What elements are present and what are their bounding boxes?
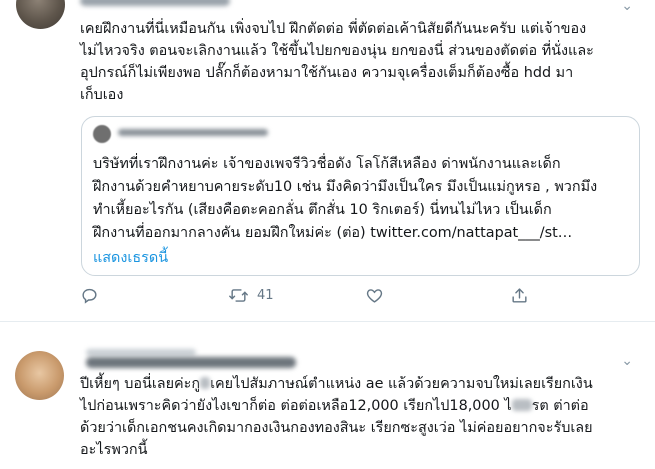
text-segment: เคยไปสัมภาษณ์ตำแหน่ง ae แล้วด้วยความจบให… [210,376,593,392]
like-button[interactable] [365,286,384,305]
like-icon [366,289,383,303]
censored-word [200,377,211,389]
avatar[interactable] [16,0,65,29]
censored-word [511,399,532,411]
tweet-text: เคยฝึกงานที่นี่เหมือนกัน เพิ่งจบไป ฝึกตั… [80,21,594,103]
text-segment: ด้วยว่าเด็กเอกชนคงเกิดมากองเงินกองทองสิน… [80,420,593,436]
chevron-down-icon[interactable]: ⌄ [621,0,633,14]
chevron-down-icon[interactable]: ⌄ [621,353,633,369]
tweet[interactable]: ⌄ ปีเหี้ยๆ บอนี่เลยค่ะกู เคยไปสัมภาษณ์ตำแ… [0,323,655,469]
text-segment: อะไรพวกนี้ [80,442,148,458]
text-segment: ไปก่อนเพราะคิดว่ายังไงเขาก็ต่อ ต่อต่อเหล… [80,398,512,414]
reply-button[interactable] [80,286,99,305]
quoted-author-name-blurred [118,129,268,136]
quoted-tweet[interactable]: บริษัทที่เราฝึกงานค่ะ เจ้าของเพจรีวิวชื่… [81,116,640,276]
quoted-tweet-text: บริษัทที่เราฝึกงานค่ะ เจ้าของเพจรีวิวชื่… [93,156,598,241]
reply-icon [82,288,97,304]
share-icon [512,288,527,303]
author-name-blurred [86,349,196,356]
tweet-text: ปีเหี้ยๆ บอนี่เลยค่ะกู เคยไปสัมภาษณ์ตำแหน… [80,373,640,461]
tweet[interactable]: ⌄ เคยฝึกงานที่นี่เหมือนกัน เพิ่งจบไป ฝึก… [0,0,655,322]
retweet-count: 41 [257,288,274,303]
text-segment: รต ต่าต่อ [531,398,589,414]
share-button[interactable] [510,286,529,305]
author-name-blurred [80,0,230,6]
text-segment: ปีเหี้ยๆ บอนี่เลยค่ะกู [80,376,201,392]
tweet-divider [0,321,655,322]
author-handle-blurred [86,357,296,368]
retweet-icon [229,289,248,302]
show-thread-link[interactable]: แสดงเธรดนี้ [93,246,168,269]
avatar[interactable] [15,351,64,400]
retweet-button[interactable]: 41 [228,286,274,305]
quoted-avatar [93,125,111,143]
